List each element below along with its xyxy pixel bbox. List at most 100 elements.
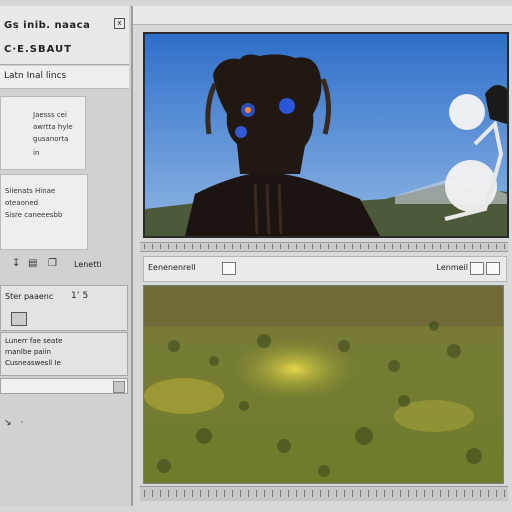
ruler-tick bbox=[320, 244, 321, 249]
ruler-tick bbox=[400, 244, 401, 249]
ruler-tick bbox=[400, 490, 401, 497]
sidebar-scrollbar[interactable] bbox=[0, 378, 128, 394]
sidebar-header-label: Latn Inal lincs bbox=[4, 71, 67, 81]
ruler-tick bbox=[216, 244, 217, 249]
ruler-tick bbox=[384, 244, 385, 249]
close-icon[interactable]: x bbox=[114, 18, 125, 29]
ruler-tick bbox=[168, 490, 169, 497]
ruler-tick bbox=[456, 244, 457, 249]
ruler-tick bbox=[480, 244, 481, 249]
ruler-tick bbox=[152, 490, 153, 497]
thumbnail-icon[interactable] bbox=[11, 312, 27, 326]
panel3-line-1: Lunerr fae seate bbox=[5, 337, 63, 345]
sidebar-panel-2[interactable]: Ster paaenc 1’ 5 bbox=[0, 285, 128, 331]
ruler-tick bbox=[392, 244, 393, 249]
aerial-forest-image bbox=[144, 286, 503, 483]
ruler-tick bbox=[432, 244, 433, 249]
image-viewer-top[interactable] bbox=[143, 32, 509, 238]
ruler-tick bbox=[208, 244, 209, 249]
ruler-tick bbox=[184, 244, 185, 249]
ruler-tick bbox=[344, 244, 345, 249]
copy-icon[interactable]: ❐ bbox=[48, 258, 57, 269]
toolbar-label: Lenetti bbox=[74, 260, 102, 269]
ruler-tick bbox=[200, 244, 201, 249]
viewer-toolbar-label: Eenenenrell bbox=[148, 263, 196, 272]
arrow-down-icon[interactable]: ↧ bbox=[12, 258, 20, 269]
ruler-tick bbox=[360, 244, 361, 249]
ruler-tick bbox=[368, 490, 369, 497]
ruler-tick bbox=[336, 490, 337, 497]
ruler-tick bbox=[312, 490, 313, 497]
ruler-tick bbox=[488, 244, 489, 249]
sidebar-card-2[interactable]: Siienats Hinae oteaoned Sisre caneeesbb bbox=[0, 174, 88, 250]
ruler-tick bbox=[160, 490, 161, 497]
ruler-tick bbox=[408, 244, 409, 249]
ruler-tick bbox=[304, 490, 305, 497]
ruler-tick bbox=[376, 244, 377, 249]
ruler-tick bbox=[448, 244, 449, 249]
zoom-box-icon[interactable] bbox=[470, 262, 484, 275]
ruler-tick bbox=[264, 244, 265, 249]
document-icon[interactable]: ▤ bbox=[28, 258, 37, 269]
panel3-line-2: rnanlbe paiin bbox=[5, 348, 51, 356]
ruler-tick bbox=[408, 490, 409, 497]
ruler-tick bbox=[384, 490, 385, 497]
card2-line-3: Sisre caneeesbb bbox=[5, 211, 63, 219]
window-title: Gs inib. naaca bbox=[4, 20, 91, 31]
ruler-tick bbox=[416, 244, 417, 249]
ruler-tick bbox=[160, 244, 161, 249]
ruler-tick bbox=[232, 490, 233, 497]
ruler-tick bbox=[496, 490, 497, 497]
sidebar-status-icons: ↘ · bbox=[4, 418, 23, 428]
ruler-tick bbox=[328, 244, 329, 249]
image-viewer-bottom[interactable] bbox=[143, 285, 504, 484]
ruler-tick bbox=[232, 244, 233, 249]
ruler-tick bbox=[480, 490, 481, 497]
ruler-tick bbox=[280, 244, 281, 249]
ruler-tick bbox=[352, 244, 353, 249]
viewer-toolbar-right-label: Lenmeil bbox=[436, 263, 468, 272]
ruler-tick bbox=[296, 490, 297, 497]
panel3-line-3: Cusneaswesll Ie bbox=[5, 359, 61, 367]
ruler-tick bbox=[176, 244, 177, 249]
sidebar-header: Latn Inal lincs bbox=[0, 66, 129, 89]
arrow-icon[interactable]: ↘ bbox=[4, 418, 12, 428]
sidebar-card-1[interactable]: Jaesss cei awrtta hyle gusanorta in bbox=[0, 96, 86, 170]
ruler-tick bbox=[344, 490, 345, 497]
ruler-tick bbox=[424, 490, 425, 497]
sidebar-panel-3[interactable]: Lunerr fae seate rnanlbe paiin Cusneaswe… bbox=[0, 332, 128, 376]
ruler-tick bbox=[432, 490, 433, 497]
ruler-tick bbox=[312, 244, 313, 249]
ruler-tick bbox=[144, 244, 145, 249]
ruler-tick bbox=[448, 490, 449, 497]
ruler-tick bbox=[192, 244, 193, 249]
ruler-tick bbox=[304, 244, 305, 249]
ruler-tick bbox=[288, 490, 289, 497]
ruler-tick bbox=[272, 490, 273, 497]
ruler-tick bbox=[352, 490, 353, 497]
ruler-tick bbox=[152, 244, 153, 249]
ruler-tick bbox=[504, 244, 505, 249]
ruler-tick bbox=[504, 490, 505, 497]
ruler-tick bbox=[464, 244, 465, 249]
ruler-tick bbox=[144, 490, 145, 497]
ruler-tick bbox=[440, 244, 441, 249]
toolbar-checkbox[interactable] bbox=[222, 262, 236, 275]
ruler-tick bbox=[472, 490, 473, 497]
ruler-tick bbox=[416, 490, 417, 497]
scrollbar-thumb[interactable] bbox=[113, 381, 125, 393]
ruler-tick bbox=[328, 490, 329, 497]
settings-icon[interactable] bbox=[486, 262, 500, 275]
ruler-tick bbox=[392, 490, 393, 497]
ruler-tick bbox=[296, 244, 297, 249]
main-topbar bbox=[133, 6, 512, 25]
ruler-tick bbox=[376, 490, 377, 497]
card1-line-4: in bbox=[33, 149, 40, 157]
ruler-tick bbox=[488, 490, 489, 497]
ruler-tick bbox=[248, 244, 249, 249]
sidebar-titlebar: Gs inib. naaca C·E.SBAUT x bbox=[0, 6, 129, 65]
ruler-tick bbox=[440, 490, 441, 497]
sidebar-toolbar: ↧ ▤ ❐ Lenetti bbox=[4, 258, 126, 274]
ruler-tick bbox=[176, 490, 177, 497]
ruler-tick bbox=[336, 244, 337, 249]
